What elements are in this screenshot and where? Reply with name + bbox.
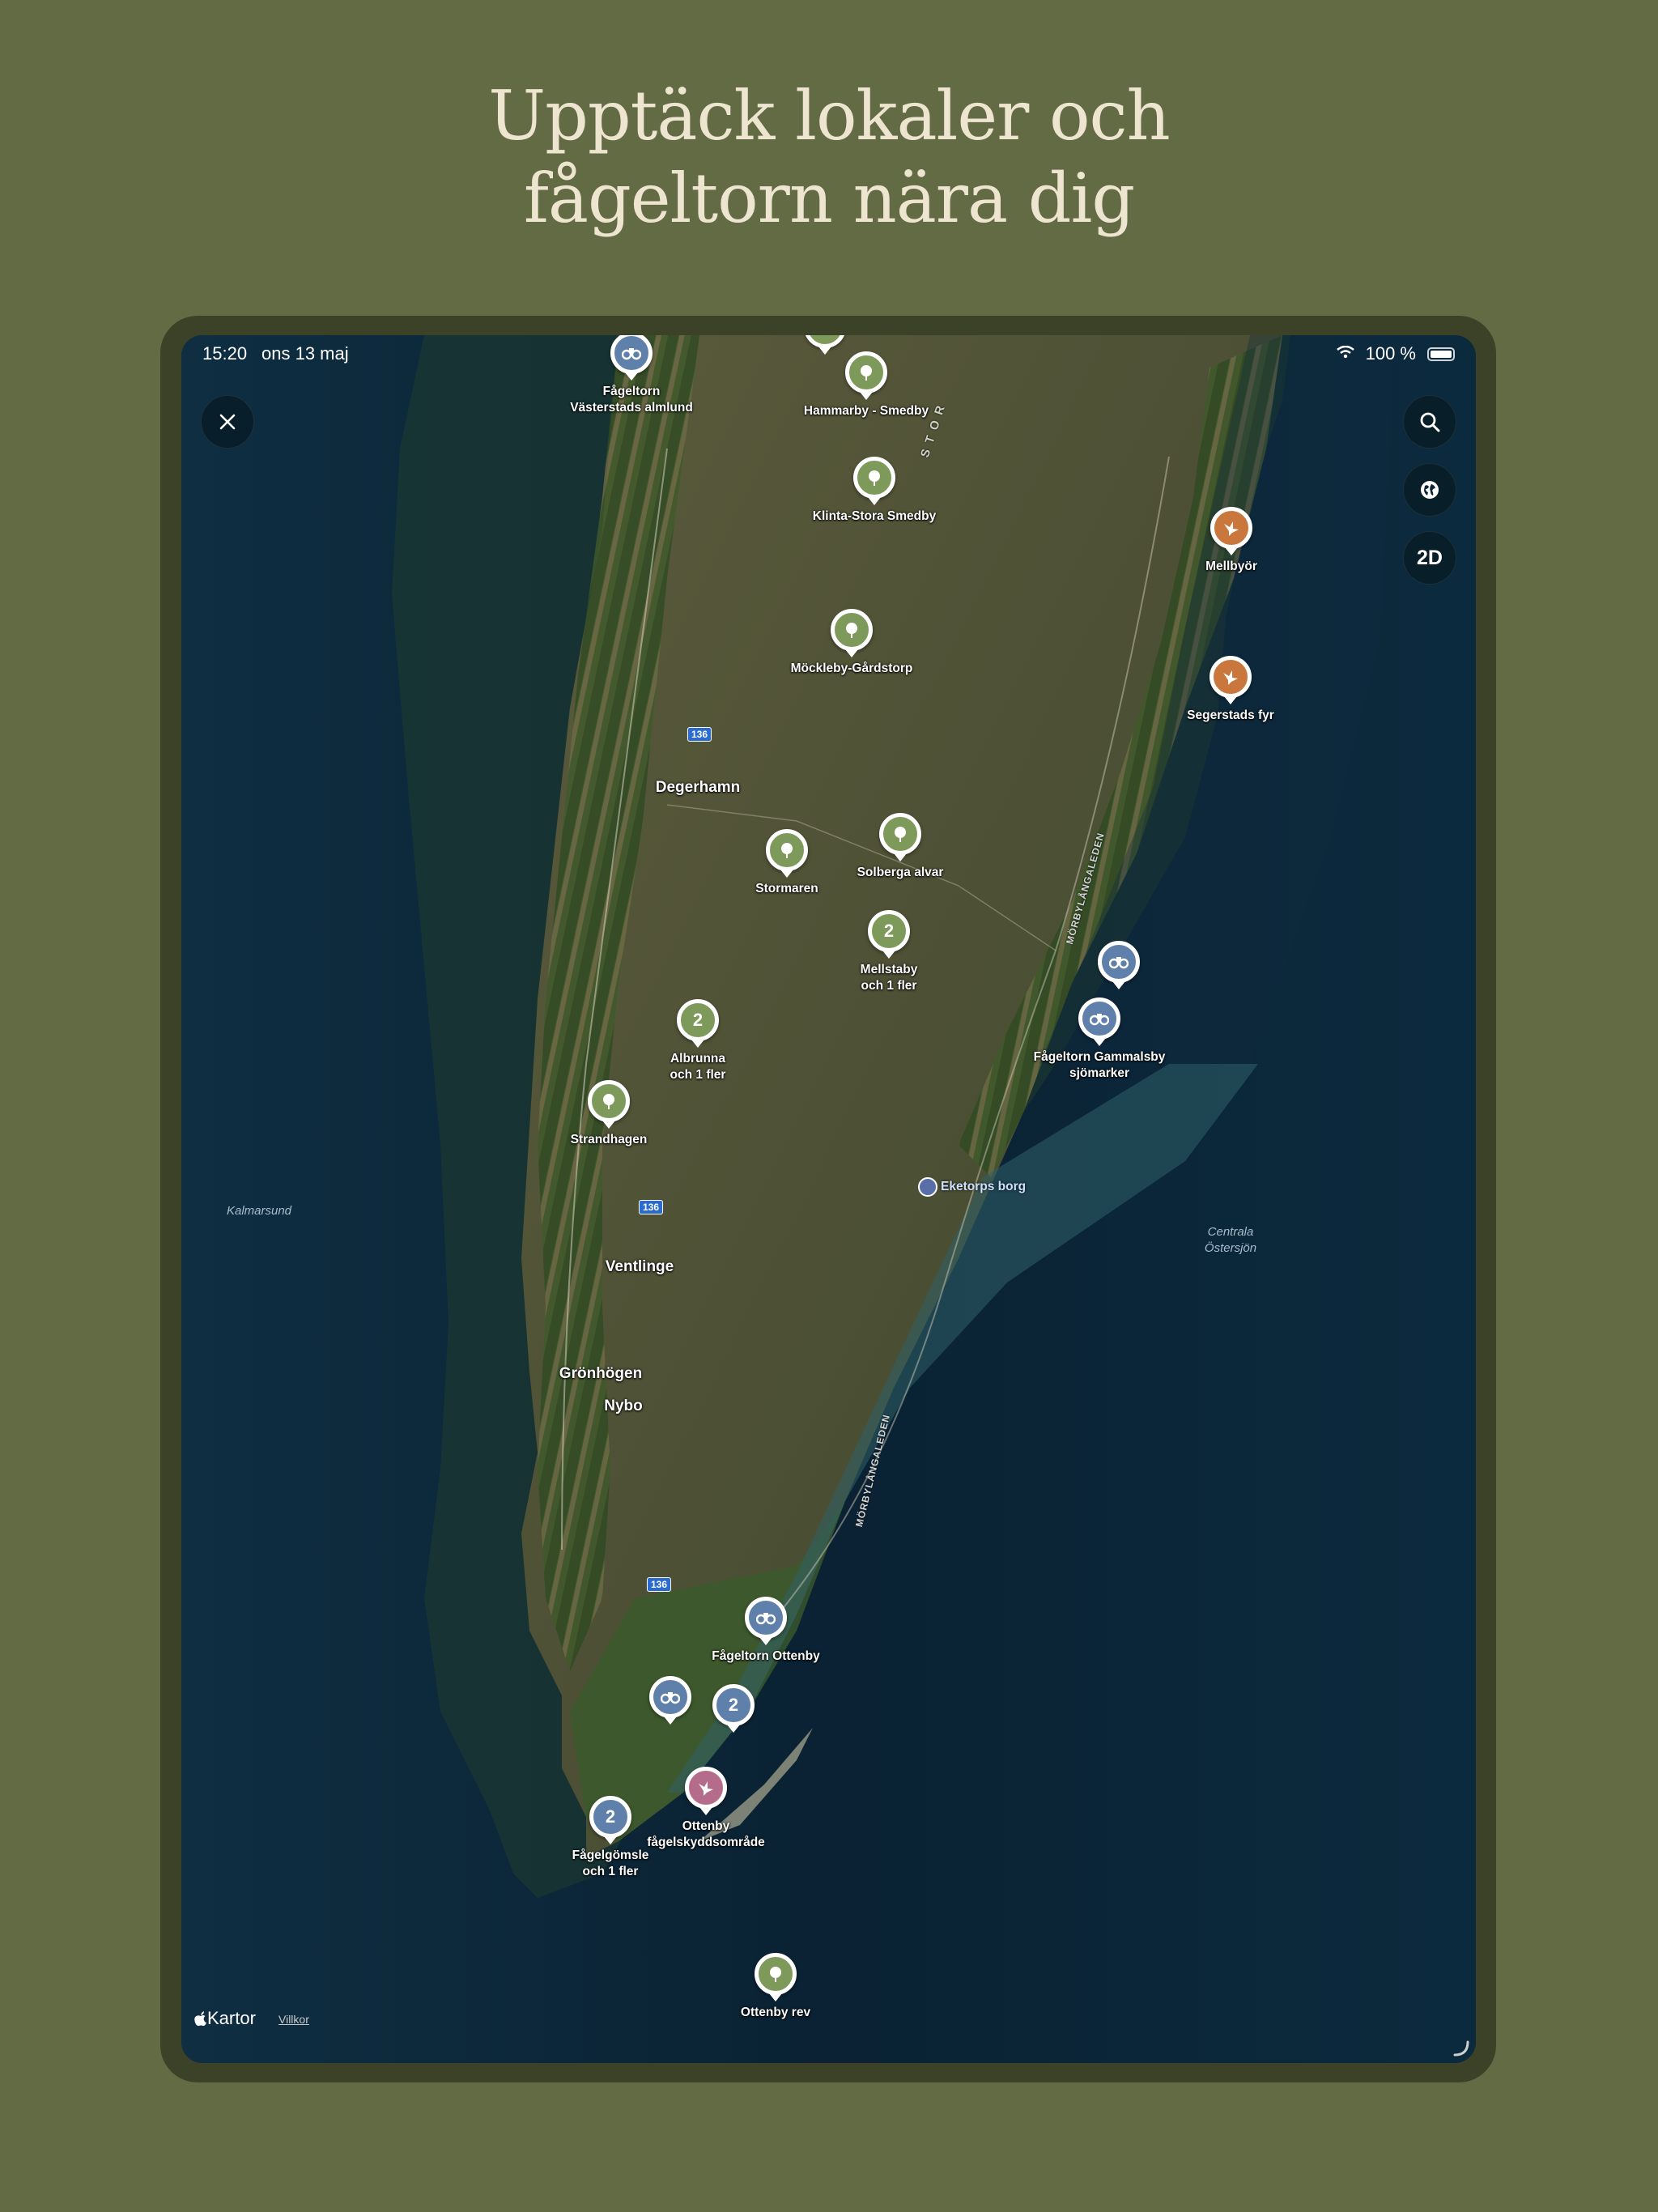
pin-label: Fågeltorn Gammalsby sjömarker xyxy=(1034,1049,1166,1082)
bird-icon xyxy=(699,1781,713,1796)
castle-icon xyxy=(918,1177,937,1197)
road-shield: 136 xyxy=(687,727,712,742)
bird-pin[interactable] xyxy=(685,1767,727,1815)
pin-label: Albrunna och 1 fler xyxy=(670,1051,726,1083)
pin-label: Mellstaby och 1 fler xyxy=(861,962,918,994)
search-icon xyxy=(1420,412,1440,432)
view-mode-button[interactable]: 2D xyxy=(1403,531,1456,585)
tree-icon xyxy=(770,1967,781,1982)
tree-icon xyxy=(895,827,906,842)
pin-label: Hammarby - Smedby xyxy=(803,404,929,418)
cluster-pin[interactable]: 2 xyxy=(712,1684,755,1733)
binoculars-icon xyxy=(622,348,641,360)
water-label: Kalmarsund xyxy=(226,1204,292,1218)
birdtower-pin[interactable] xyxy=(1078,998,1120,1046)
pin-label: Stormaren xyxy=(755,882,818,895)
poi-label: Eketorps borg xyxy=(941,1180,1027,1193)
nature-pin[interactable] xyxy=(766,829,808,878)
globe-icon xyxy=(1421,481,1439,499)
bird-icon xyxy=(1224,521,1239,536)
search-button[interactable] xyxy=(1403,395,1456,449)
corner-resize-icon xyxy=(1453,2040,1469,2057)
pin-label-text: Albrunna och 1 fler xyxy=(670,1052,726,1082)
nature-pin[interactable] xyxy=(879,813,921,861)
apple-logo-icon xyxy=(194,2010,206,2026)
battery-icon xyxy=(1427,347,1455,361)
status-date: ons 13 maj xyxy=(261,343,349,364)
pin-label-text: Mellstaby och 1 fler xyxy=(860,963,918,993)
wifi-icon xyxy=(1337,345,1354,363)
nature-pin[interactable] xyxy=(588,1080,630,1129)
binoculars-icon xyxy=(756,1613,776,1625)
nature-pin[interactable] xyxy=(755,1953,797,2001)
tree-icon xyxy=(861,365,872,381)
pin-label-text: Fågeltorn Västerstads almlund xyxy=(570,385,693,415)
birdtower-pin[interactable] xyxy=(1098,941,1140,989)
close-icon xyxy=(219,414,236,430)
road-shield: 136 xyxy=(638,1200,664,1214)
pin-label-text: Ottenby fågelskyddsområde xyxy=(647,1819,765,1849)
binoculars-icon xyxy=(1109,957,1129,969)
battery-percentage: 100 % xyxy=(1365,343,1416,364)
bird-icon xyxy=(1223,670,1238,685)
headline-line-1: Upptäck lokaler och xyxy=(488,76,1170,155)
pin-label: Ottenby rev xyxy=(740,2006,811,2019)
cluster-pin[interactable]: 2 xyxy=(868,910,910,959)
poi-marker[interactable]: Eketorps borg xyxy=(918,1177,1026,1197)
map-style-button[interactable] xyxy=(1403,463,1456,517)
water-label: Centrala Östersjön xyxy=(1204,1225,1257,1255)
birdtower-pin[interactable] xyxy=(745,1597,787,1645)
bird-pin[interactable] xyxy=(1209,656,1252,704)
place-label: Nybo xyxy=(604,1397,643,1414)
brand-label: Kartor xyxy=(207,2008,256,2028)
pin-label: Fågeltorn Ottenby xyxy=(712,1649,820,1663)
tree-icon xyxy=(846,623,857,638)
pin-label-text: Fågeltorn Gammalsby sjömarker xyxy=(1033,1050,1166,1080)
terms-link[interactable]: Villkor xyxy=(278,2013,309,2026)
headline-line-2: fågeltorn nära dig xyxy=(523,159,1135,238)
place-label: Ventlinge xyxy=(605,1258,674,1275)
pin-label: Klinta-Stora Smedby xyxy=(812,509,937,523)
status-time: 15:20 xyxy=(202,343,248,364)
place-label: Degerhamn xyxy=(655,779,741,796)
pin-label: Mellbyör xyxy=(1205,559,1257,573)
pin-label: Strandhagen xyxy=(570,1133,648,1146)
cluster-pin[interactable]: 2 xyxy=(589,1796,631,1844)
pin-label-text: Fågelgömsle och 1 fler xyxy=(572,1848,649,1878)
binoculars-icon xyxy=(1090,1014,1109,1026)
pin-label: Fågeltorn Västerstads almlund xyxy=(570,384,693,416)
close-button[interactable] xyxy=(201,395,254,449)
satellite-map[interactable] xyxy=(181,335,1476,2063)
nature-pin[interactable] xyxy=(831,609,873,657)
pin-label: Möckleby-Gårdstorp xyxy=(790,661,913,675)
nature-pin[interactable] xyxy=(853,457,895,505)
cluster-pin[interactable]: 2 xyxy=(677,999,719,1048)
tree-icon xyxy=(816,335,834,336)
headline: Upptäck lokaler och fågeltorn nära dig xyxy=(0,74,1658,240)
pin-label: Solberga alvar xyxy=(857,866,944,879)
pin-label: Fågelgömsle och 1 fler xyxy=(572,1848,649,1880)
birdtower-pin[interactable] xyxy=(649,1676,691,1725)
bird-pin[interactable] xyxy=(1210,507,1252,555)
binoculars-icon xyxy=(661,1692,680,1704)
nature-pin[interactable] xyxy=(845,351,887,400)
place-label: Grönhögen xyxy=(559,1365,643,1382)
pin-label: Ottenby fågelskyddsområde xyxy=(647,1819,765,1851)
tree-icon xyxy=(781,843,793,858)
tree-icon xyxy=(869,470,880,486)
pin-label: Segerstads fyr xyxy=(1187,708,1274,722)
map-screen: 15:20 ons 13 maj 100 % 2D Fågeltorn Väst… xyxy=(181,335,1476,2063)
road-shield: 136 xyxy=(646,1577,672,1592)
tree-icon xyxy=(603,1094,614,1109)
maps-brand: Kartor xyxy=(194,2008,256,2029)
